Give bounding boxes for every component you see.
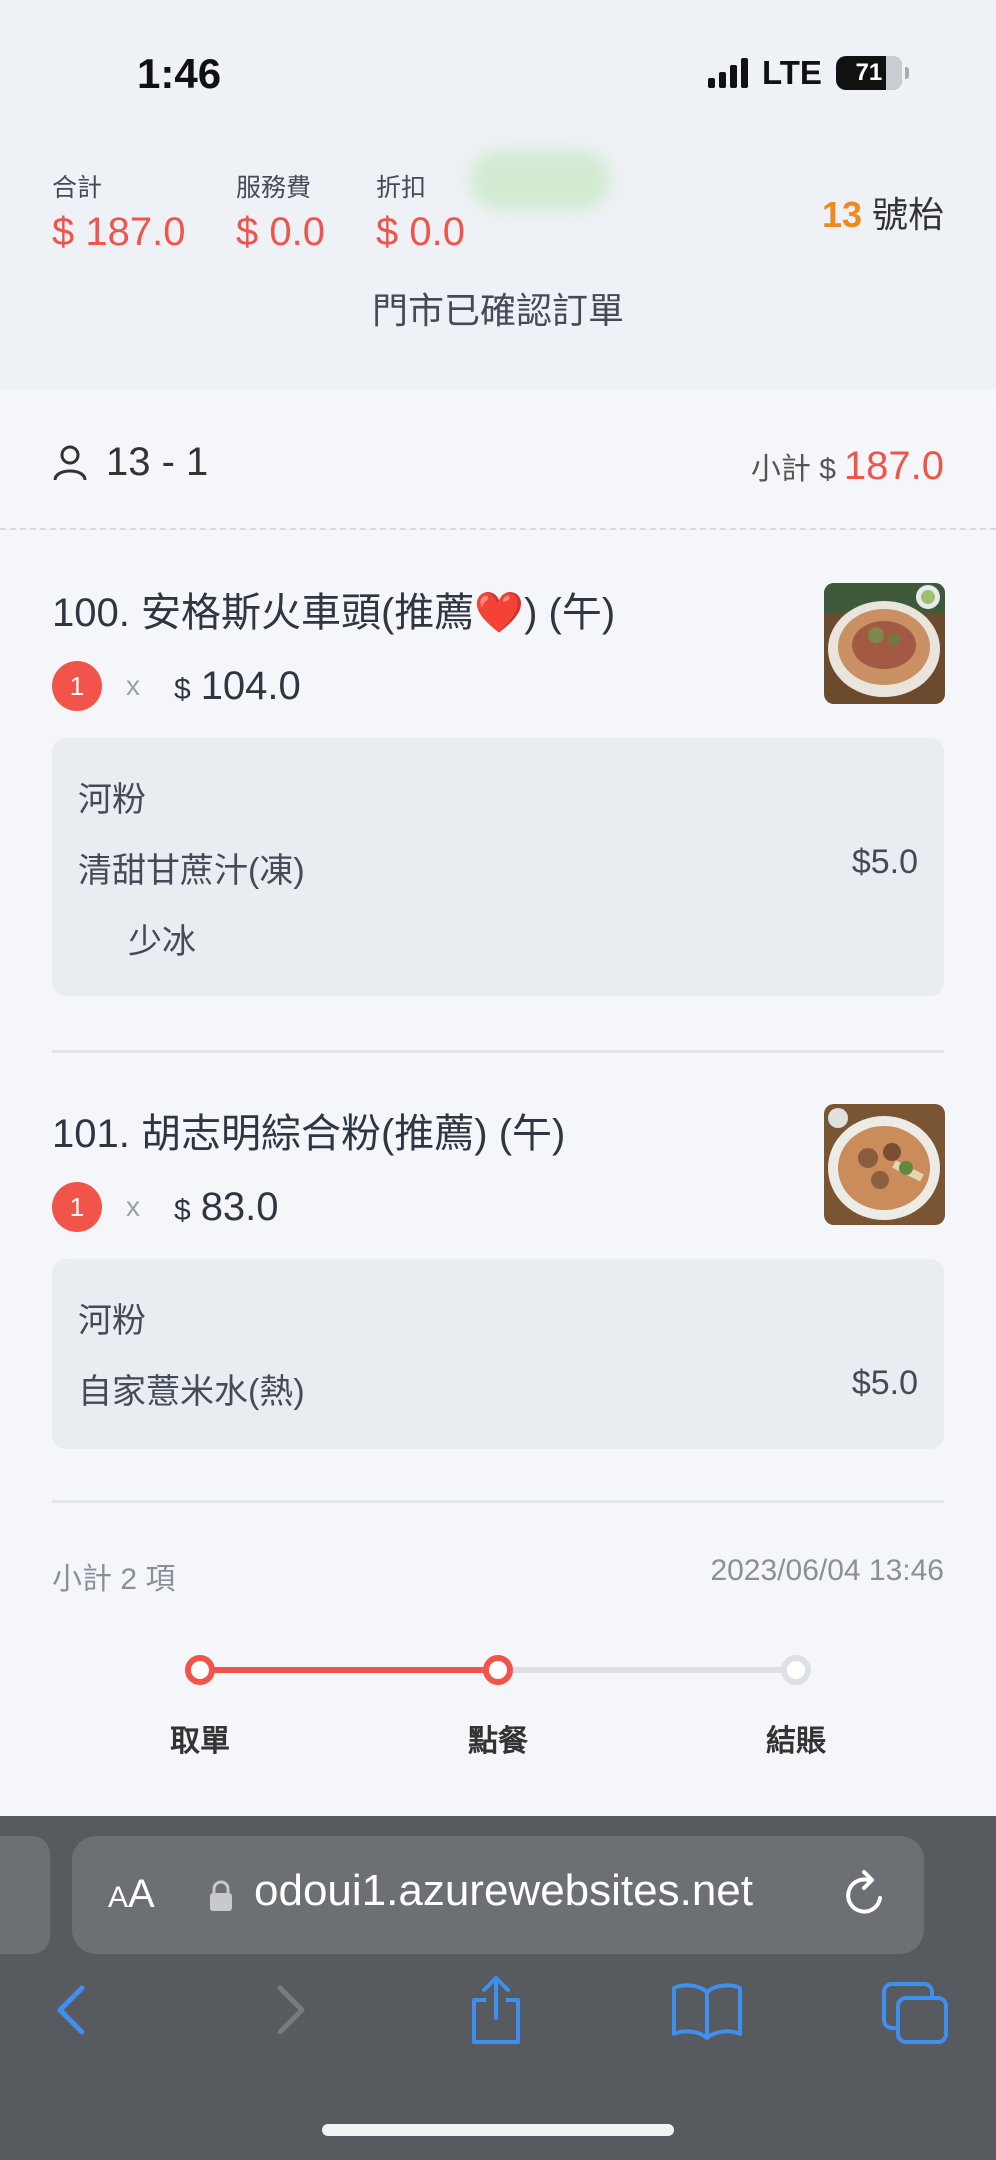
- battery-icon: 71: [835, 56, 909, 90]
- item-title: 101. 胡志明綜合粉(推薦) (午): [52, 1112, 566, 1156]
- item-options: 河粉 自家薏米水(熱) $5.0: [52, 1259, 944, 1449]
- item-price-value: 104.0: [200, 663, 301, 708]
- lock-icon: [210, 1880, 232, 1911]
- beef-noodle-image: [824, 583, 945, 704]
- item-price: $83.0: [174, 1185, 279, 1230]
- multiply-sign: x: [126, 1191, 140, 1222]
- share-icon[interactable]: [466, 1974, 526, 2046]
- quantity-badge: 1: [52, 661, 102, 711]
- home-indicator[interactable]: [322, 2124, 674, 2136]
- item-price: $104.0: [174, 664, 301, 709]
- battery-level: 71: [855, 59, 883, 86]
- step-label-take-order: 取單: [170, 1725, 230, 1758]
- currency-symbol: $: [174, 672, 191, 706]
- total-value: $ 187.0: [52, 210, 186, 254]
- url-text[interactable]: odoui1.azurewebsites.net: [254, 1866, 753, 1916]
- order-datetime: 2023/06/04 13:46: [710, 1554, 944, 1587]
- discount-block: 折扣 $ 0.0: [376, 168, 465, 255]
- option-row: 少冰: [78, 914, 918, 963]
- combo-noodle-image: [824, 1104, 945, 1225]
- step-dot-take-order: [185, 1655, 215, 1685]
- currency-symbol: $: [174, 1193, 191, 1227]
- service-fee-label: 服務費: [236, 174, 312, 202]
- item-quantity-row: 1 x $83.0: [52, 1182, 279, 1232]
- subtotal-header: 小計 $187.0: [751, 444, 944, 489]
- item-divider: [52, 1050, 944, 1053]
- option-row: 河粉: [78, 1293, 918, 1342]
- option-name: 河粉: [78, 1302, 146, 1340]
- option-row: 河粉: [78, 772, 918, 821]
- dashed-divider: [0, 528, 996, 530]
- option-name: 自家薏米水(熱): [78, 1373, 305, 1411]
- forward-icon[interactable]: [270, 1980, 310, 2040]
- discount-value: $ 0.0: [376, 210, 465, 254]
- item-thumbnail: [824, 583, 945, 704]
- step-dot-checkout: [781, 1655, 811, 1685]
- option-name: 少冰: [128, 923, 196, 961]
- multiply-sign: x: [126, 670, 140, 701]
- option-name: 清甜甘蔗汁(凍): [78, 852, 305, 890]
- previous-tab-edge[interactable]: [0, 1836, 50, 1954]
- step-dot-ordering: [483, 1655, 513, 1685]
- person-row: 13 - 1: [52, 440, 208, 485]
- reload-icon[interactable]: [842, 1866, 890, 1920]
- order-summary-header: 1:46 LTE 71 合計 $ 187.0 服務費 $ 0.0 折扣 $ 0.…: [0, 0, 996, 390]
- step-label-ordering: 點餐: [468, 1725, 528, 1758]
- tabs-icon[interactable]: [880, 1980, 950, 2046]
- network-label: LTE: [762, 54, 822, 91]
- option-name: 河粉: [78, 781, 146, 819]
- item-quantity-row: 1 x $104.0: [52, 661, 301, 711]
- item-divider: [52, 1500, 944, 1503]
- subtotal-label: 小計 $: [750, 453, 836, 486]
- blurred-region: [470, 150, 610, 210]
- option-price: $5.0: [851, 843, 918, 881]
- order-status: 門市已確認訂單: [371, 290, 624, 331]
- status-time: 1:46: [137, 50, 222, 97]
- item-title: 100. 安格斯火車頭(推薦❤️) (午): [52, 591, 616, 635]
- browser-nav-row: [0, 1976, 996, 2060]
- step-label-checkout: 結賬: [766, 1725, 826, 1758]
- table-number-suffix: 號枱: [871, 194, 944, 235]
- option-price: $5.0: [851, 1364, 918, 1402]
- reader-options-button[interactable]: AA: [108, 1872, 155, 1917]
- discount-label: 折扣: [376, 174, 427, 202]
- item-price-value: 83.0: [200, 1184, 279, 1229]
- service-fee-block: 服務費 $ 0.0: [236, 168, 325, 255]
- option-row: 清甜甘蔗汁(凍) $5.0: [78, 843, 918, 892]
- back-icon[interactable]: [52, 1980, 92, 2040]
- order-page: 1:46 LTE 71 合計 $ 187.0 服務費 $ 0.0 折扣 $ 0.…: [0, 0, 996, 2160]
- option-row: 自家薏米水(熱) $5.0: [78, 1364, 918, 1413]
- service-fee-value: $ 0.0: [236, 210, 325, 254]
- person-icon: [53, 445, 87, 480]
- signal-icon: [708, 58, 748, 88]
- quantity-badge: 1: [52, 1182, 102, 1232]
- total-label: 合計: [52, 174, 103, 202]
- status-indicators: LTE 71: [708, 54, 909, 92]
- item-options: 河粉 清甜甘蔗汁(凍) $5.0 少冰: [52, 738, 944, 996]
- item-count: 小計 2 項: [52, 1563, 176, 1596]
- person-id: 13 - 1: [106, 440, 209, 484]
- subtotal-value: 187.0: [843, 444, 944, 488]
- table-number: 13 號枱: [822, 186, 944, 238]
- progress-fill: [200, 1667, 498, 1673]
- item-thumbnail: [824, 1104, 945, 1225]
- table-number-value: 13: [821, 194, 862, 235]
- bookmarks-icon[interactable]: [670, 1980, 744, 2040]
- total-block: 合計 $ 187.0: [52, 168, 185, 255]
